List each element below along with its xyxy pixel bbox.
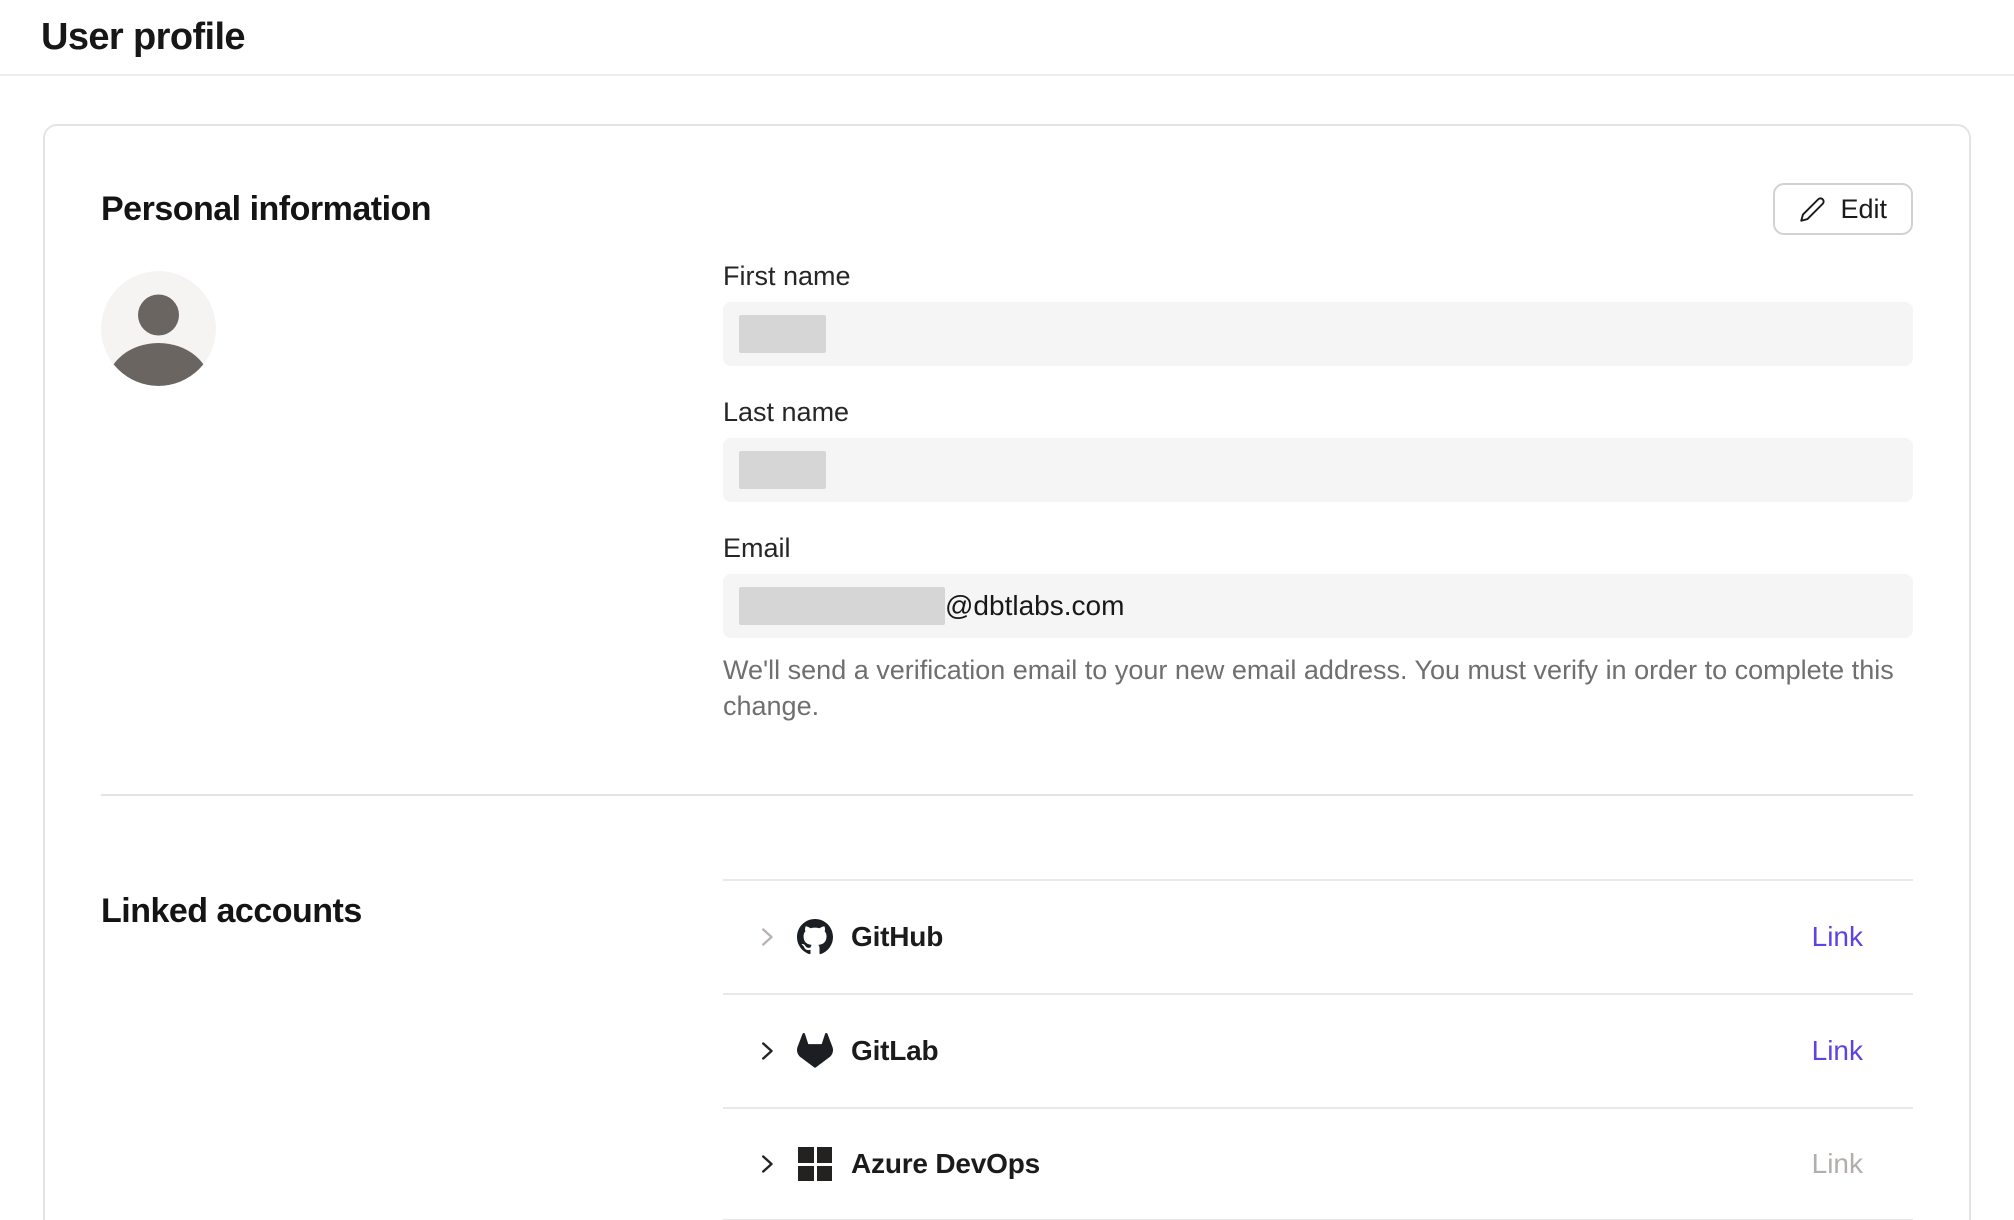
personal-info-form: First name Last name Email @dbtlabs.com …	[723, 259, 1913, 794]
avatar-column	[101, 259, 723, 794]
github-icon	[797, 919, 833, 955]
edit-button-label: Edit	[1840, 194, 1887, 225]
personal-info-content: First name Last name Email @dbtlabs.com …	[101, 259, 1913, 794]
account-row-azure-devops: Azure DevOps Link	[723, 1107, 1913, 1220]
last-name-label: Last name	[723, 395, 1913, 429]
link-gitlab-button[interactable]: Link	[1812, 1035, 1863, 1067]
redacted-value	[739, 587, 945, 625]
account-name: GitHub	[851, 921, 943, 953]
chevron-right-icon	[755, 1152, 779, 1176]
email-field: @dbtlabs.com	[723, 574, 1913, 638]
email-label: Email	[723, 531, 1913, 565]
linked-accounts-list: GitHub Link GitLab Link	[723, 879, 1913, 1220]
email-group: Email @dbtlabs.com We'll send a verifica…	[723, 531, 1913, 724]
account-name: Azure DevOps	[851, 1148, 1040, 1180]
link-azure-devops-button: Link	[1812, 1148, 1863, 1180]
link-github-button[interactable]: Link	[1812, 921, 1863, 953]
first-name-field	[723, 302, 1913, 366]
last-name-group: Last name	[723, 395, 1913, 502]
azure-devops-icon	[797, 1146, 833, 1182]
pencil-icon	[1799, 196, 1826, 223]
page-header: User profile	[0, 0, 2014, 76]
chevron-right-icon	[755, 925, 779, 949]
personal-info-header: Personal information Edit	[101, 126, 1913, 235]
redacted-value	[739, 451, 826, 489]
edit-button[interactable]: Edit	[1773, 183, 1913, 235]
expand-github-button[interactable]	[753, 923, 781, 951]
last-name-field	[723, 438, 1913, 502]
page-title: User profile	[41, 16, 245, 59]
first-name-group: First name	[723, 259, 1913, 366]
account-row-gitlab: GitLab Link	[723, 993, 1913, 1107]
account-name: GitLab	[851, 1035, 938, 1067]
profile-card: Personal information Edit	[43, 124, 1971, 1220]
expand-azure-devops-button[interactable]	[753, 1150, 781, 1178]
personal-info-heading: Personal information	[101, 190, 431, 229]
email-domain-text: @dbtlabs.com	[945, 592, 1124, 620]
first-name-label: First name	[723, 259, 1913, 293]
linked-accounts-heading-column: Linked accounts	[101, 796, 723, 1220]
account-row-github: GitHub Link	[723, 879, 1913, 993]
avatar	[101, 271, 216, 386]
linked-accounts-section: Linked accounts GitHub Link	[101, 796, 1913, 1220]
linked-accounts-heading: Linked accounts	[101, 892, 723, 931]
gitlab-icon	[797, 1033, 833, 1069]
expand-gitlab-button[interactable]	[753, 1037, 781, 1065]
chevron-right-icon	[755, 1039, 779, 1063]
redacted-value	[739, 315, 826, 353]
email-helper-text: We'll send a verification email to your …	[723, 652, 1913, 724]
